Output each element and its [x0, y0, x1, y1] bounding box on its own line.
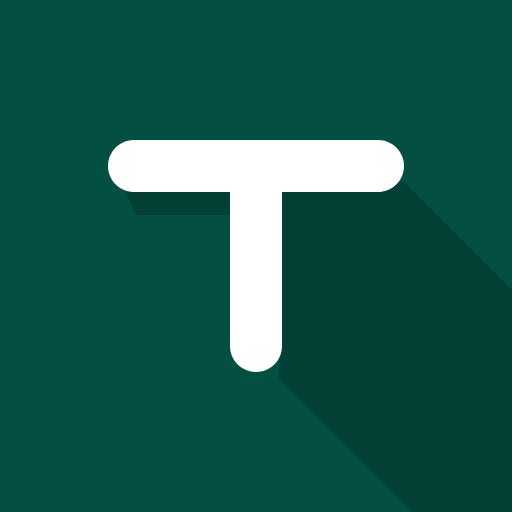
letter-t-app-icon	[0, 0, 512, 512]
t-stem	[230, 140, 282, 372]
letter-t-icon	[0, 0, 512, 512]
